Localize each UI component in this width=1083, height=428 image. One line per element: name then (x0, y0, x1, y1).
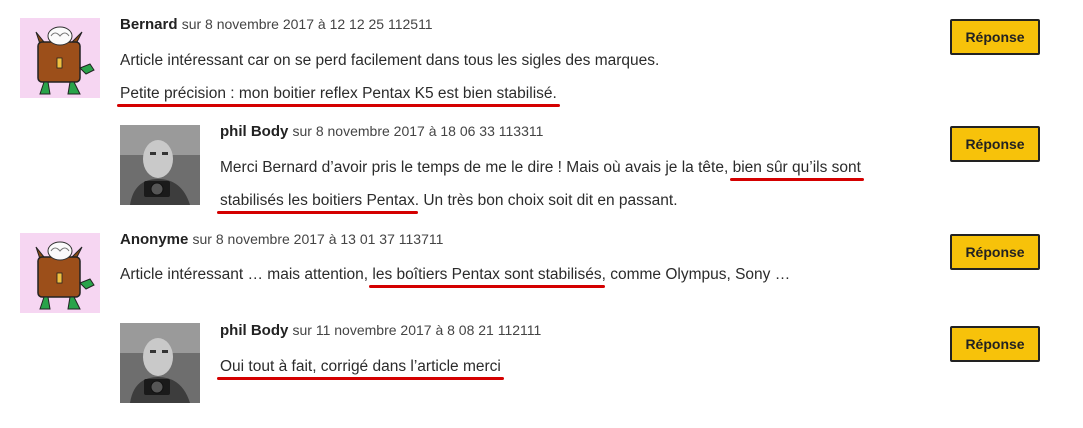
comment-meta: phil Body sur 11 novembre 2017 à 8 08 21… (220, 322, 541, 339)
comment-date[interactable]: sur 11 novembre 2017 à 8 08 21 112111 (293, 322, 542, 338)
comment-meta: Anonyme sur 8 novembre 2017 à 13 01 37 1… (120, 231, 443, 248)
comment-text: Article intéressant … mais attention, (120, 266, 373, 283)
comment-date[interactable]: sur 8 novembre 2017 à 18 06 33 113311 (293, 123, 544, 139)
reply-button[interactable]: Réponse (950, 126, 1040, 162)
highlighted-text: bien sûr qu’ils sont (732, 159, 861, 176)
comment-text: . Un très bon choix soit dit en passant. (414, 192, 678, 209)
comment-body: Oui tout à fait, corrigé dans l’article … (220, 350, 501, 383)
comment-meta: Bernard sur 8 novembre 2017 à 12 12 25 1… (120, 16, 433, 33)
comment-author[interactable]: Bernard (120, 16, 178, 33)
comment-author[interactable]: phil Body (220, 322, 288, 339)
comment-date[interactable]: sur 8 novembre 2017 à 12 12 25 112511 (182, 16, 433, 32)
monster-avatar (20, 233, 100, 313)
comment-meta: phil Body sur 8 novembre 2017 à 18 06 33… (220, 123, 543, 140)
comment-body: Article intéressant car on se perd facil… (120, 44, 659, 110)
comment-text: , comme Olympus, Sony … (601, 266, 791, 283)
monster-avatar (20, 18, 100, 98)
comment-author[interactable]: Anonyme (120, 231, 188, 248)
comment-text: Merci Bernard d’avoir pris le temps de m… (220, 159, 733, 176)
reply-button[interactable]: Réponse (950, 326, 1040, 362)
highlighted-text: Petite précision : mon boitier reflex Pe… (120, 85, 557, 102)
comment-line: Article intéressant car on se perd facil… (120, 52, 660, 69)
highlighted-text: stabilisés les boitiers Pentax (220, 192, 415, 209)
photographer-avatar (120, 125, 200, 205)
highlighted-text: Oui tout à fait, corrigé dans l’article … (220, 358, 501, 375)
reply-button[interactable]: Réponse (950, 234, 1040, 270)
reply-button[interactable]: Réponse (950, 19, 1040, 55)
comment-author[interactable]: phil Body (220, 123, 288, 140)
comment-body: Article intéressant … mais attention, le… (120, 258, 790, 291)
highlighted-text: les boîtiers Pentax sont stabilisés (372, 266, 602, 283)
photographer-avatar (120, 323, 200, 403)
comment-date[interactable]: sur 8 novembre 2017 à 13 01 37 113711 (193, 231, 444, 247)
comment-body: Merci Bernard d’avoir pris le temps de m… (220, 151, 861, 217)
